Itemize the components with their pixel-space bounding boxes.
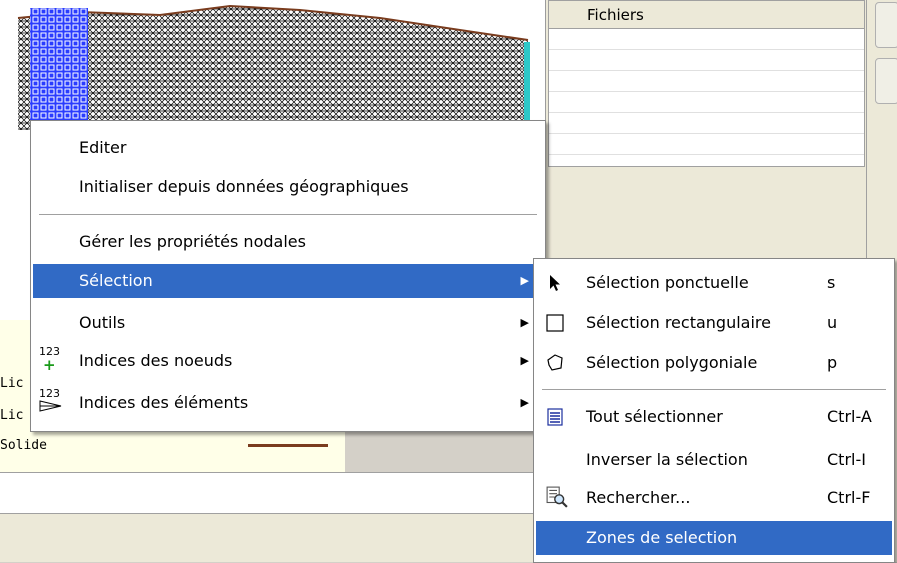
menu-item-outils[interactable]: Outils ▶ bbox=[33, 306, 543, 340]
solid-swatch bbox=[248, 444, 328, 447]
list-item[interactable] bbox=[549, 92, 864, 113]
toolbar-button[interactable] bbox=[875, 2, 897, 48]
menu-item-label: Tout sélectionner bbox=[586, 407, 723, 426]
rectangle-select-icon bbox=[546, 314, 564, 332]
shortcut-label: u bbox=[827, 313, 838, 332]
menu-item-initialiser[interactable]: Initialiser depuis données géographiques bbox=[33, 170, 543, 204]
legend-item: Solide bbox=[0, 438, 47, 453]
menu-separator bbox=[542, 389, 886, 390]
shortcut-label: s bbox=[827, 273, 836, 292]
input-area[interactable] bbox=[0, 472, 540, 514]
menu-item-selection-rectangulaire[interactable]: Sélection rectangulaire u bbox=[536, 306, 892, 340]
legend-item: Lic bbox=[0, 376, 24, 391]
shortcut-label: Ctrl-I bbox=[827, 450, 866, 469]
files-header[interactable]: Fichiers bbox=[549, 1, 864, 29]
submenu-arrow-icon: ▶ bbox=[520, 354, 529, 367]
menu-item-label: Sélection ponctuelle bbox=[586, 273, 749, 292]
shortcut-label: p bbox=[827, 353, 838, 372]
legend-item: Lic bbox=[0, 408, 24, 423]
menu-item-tout-selectionner[interactable]: Tout sélectionner Ctrl-A bbox=[536, 400, 892, 434]
menu-item-label: Sélection polygoniale bbox=[586, 353, 758, 372]
shortcut-label: Ctrl-A bbox=[827, 407, 872, 426]
menu-item-label: Initialiser depuis données géographiques bbox=[79, 177, 409, 196]
list-item[interactable] bbox=[549, 134, 864, 155]
menu-item-label: Indices des éléments bbox=[79, 393, 249, 412]
menu-item-label: Sélection rectangulaire bbox=[586, 313, 771, 332]
list-item[interactable] bbox=[549, 50, 864, 71]
submenu-arrow-icon: ▶ bbox=[520, 274, 529, 287]
boundary-marker bbox=[524, 42, 530, 122]
menu-item-label: Gérer les propriétés nodales bbox=[79, 232, 306, 251]
menu-item-proprietes-nodales[interactable]: Gérer les propriétés nodales bbox=[33, 225, 543, 259]
mesh-area bbox=[18, 6, 528, 130]
menu-item-selection[interactable]: Sélection ▶ bbox=[33, 264, 543, 298]
shortcut-label: Ctrl-F bbox=[827, 488, 871, 507]
menu-item-rechercher[interactable]: Rechercher... Ctrl-F bbox=[536, 481, 892, 515]
menu-item-label: Inverser la sélection bbox=[586, 450, 748, 469]
menu-item-zones-selection[interactable]: Zones de selection bbox=[536, 521, 892, 555]
polygon-select-icon bbox=[547, 354, 563, 371]
files-list[interactable]: Fichiers bbox=[548, 0, 865, 167]
menu-item-label: Zones de selection bbox=[586, 528, 738, 547]
list-item[interactable] bbox=[549, 71, 864, 92]
menu-item-selection-ponctuelle[interactable]: Sélection ponctuelle s bbox=[536, 266, 892, 300]
menu-item-indices-elements[interactable]: 123 Indices des éléments ▶ bbox=[33, 386, 543, 420]
toolbar-button[interactable] bbox=[875, 58, 897, 104]
context-menu: Editer Initialiser depuis données géogra… bbox=[30, 120, 546, 432]
menu-separator bbox=[39, 214, 537, 215]
menu-item-label: Rechercher... bbox=[586, 488, 691, 507]
search-icon bbox=[546, 486, 568, 508]
menu-item-inverser-selection[interactable]: Inverser la sélection Ctrl-I bbox=[536, 443, 892, 477]
menu-item-label: Sélection bbox=[79, 271, 153, 290]
selected-zone bbox=[30, 8, 88, 130]
selection-submenu: Sélection ponctuelle s Sélection rectang… bbox=[533, 258, 895, 563]
menu-item-label: Editer bbox=[79, 138, 127, 157]
list-item[interactable] bbox=[549, 113, 864, 134]
select-all-icon bbox=[547, 408, 563, 426]
cursor-arrow-icon bbox=[550, 275, 560, 291]
status-bar bbox=[0, 514, 540, 562]
menu-item-label: Indices des noeuds bbox=[79, 351, 233, 370]
menu-item-selection-polygoniale[interactable]: Sélection polygoniale p bbox=[536, 346, 892, 380]
submenu-arrow-icon: ▶ bbox=[520, 316, 529, 329]
menu-item-label: Outils bbox=[79, 313, 126, 332]
list-item[interactable] bbox=[549, 29, 864, 50]
menu-item-indices-noeuds[interactable]: 123 + Indices des noeuds ▶ bbox=[33, 344, 543, 378]
submenu-arrow-icon: ▶ bbox=[520, 396, 529, 409]
menu-item-editer[interactable]: Editer bbox=[33, 131, 543, 165]
